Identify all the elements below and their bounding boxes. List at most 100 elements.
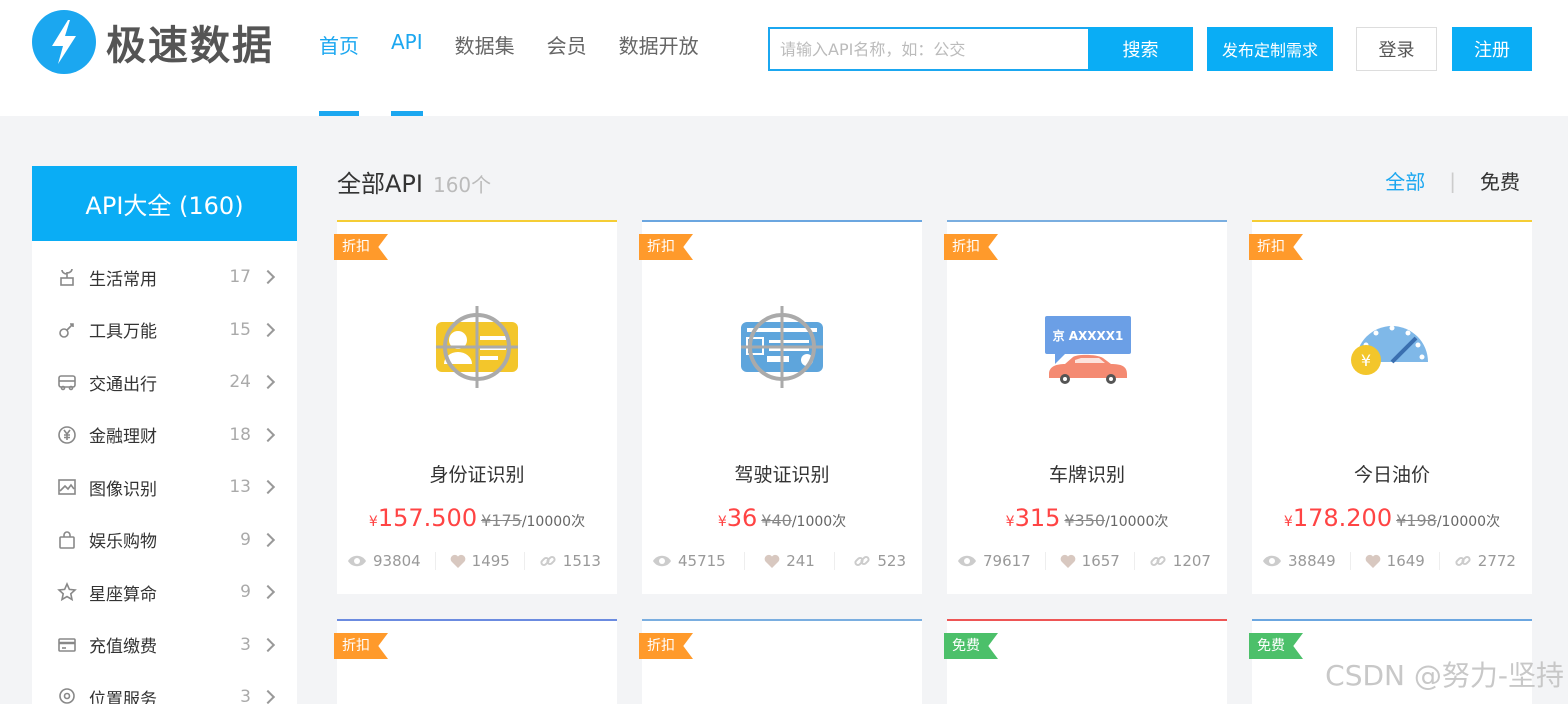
view-count: 45715 xyxy=(652,552,726,570)
page-title-text: 全部API xyxy=(337,170,423,198)
category-list: 生活常用 17 工具万能 15 交通出行 24 金融理财 18 图像识别 13 xyxy=(32,241,297,704)
watermark: CSDN @努力-坚持 xyxy=(1325,659,1564,692)
main-nav: 首页 API 数据集 会员 数据开放 xyxy=(319,30,731,116)
api-name[interactable]: 身份证识别 xyxy=(337,460,617,487)
plant-icon xyxy=(56,266,78,288)
chevron-right-icon xyxy=(260,322,276,337)
publish-request-button[interactable]: 发布定制需求 xyxy=(1207,27,1333,71)
api-stats: 38849 1649 2772 xyxy=(1252,552,1532,570)
chevron-right-icon xyxy=(260,480,276,495)
api-card[interactable]: 折扣 驾驶证识别 ¥36 ¥40/1000次 45715 241 523 xyxy=(639,220,922,594)
like-count: 241 xyxy=(764,552,815,570)
price-unit: /1000次 xyxy=(791,514,847,530)
current-price: 36 xyxy=(726,504,758,532)
chevron-right-icon xyxy=(260,375,276,390)
yen-coin-icon xyxy=(56,424,78,446)
sidebar-item-recharge[interactable]: 充值缴费 3 xyxy=(32,619,297,672)
sidebar-item-label: 图像识别 xyxy=(89,479,157,500)
chevron-right-icon xyxy=(260,690,276,704)
sidebar-item-shopping[interactable]: 娱乐购物 9 xyxy=(32,514,297,567)
current-price: 157.500 xyxy=(377,504,478,532)
free-tag: 免费 xyxy=(1249,633,1303,659)
sidebar-item-count: 9 xyxy=(240,582,251,603)
chevron-right-icon xyxy=(260,637,276,652)
api-card[interactable]: 折扣 ¥ 今日油价 ¥178.200 ¥198/10000次 38849 1649… xyxy=(1249,220,1532,594)
api-stats: 93804 1495 1513 xyxy=(337,552,617,570)
sidebar-item-finance[interactable]: 金融理财 18 xyxy=(32,409,297,462)
nav-datasets[interactable]: 数据集 xyxy=(455,30,515,116)
api-price: ¥157.500 ¥175/10000次 xyxy=(337,504,617,532)
sidebar-item-tools[interactable]: 工具万能 15 xyxy=(32,304,297,357)
price-filter: 全部 | 免费 xyxy=(1385,166,1520,195)
register-button[interactable]: 注册 xyxy=(1452,27,1532,71)
api-price: ¥178.200 ¥198/10000次 xyxy=(1252,504,1532,532)
search-input[interactable] xyxy=(768,27,1088,71)
link-count: 1207 xyxy=(1149,552,1211,570)
api-stats: 45715 241 523 xyxy=(642,552,922,570)
api-card[interactable]: 免费 xyxy=(944,619,1227,704)
sidebar-item-label: 生活常用 xyxy=(89,269,157,290)
currency-symbol: ¥ xyxy=(717,514,727,530)
api-name[interactable]: 今日油价 xyxy=(1252,460,1532,487)
sidebar-item-life[interactable]: 生活常用 17 xyxy=(32,251,297,304)
wrench-icon xyxy=(56,319,78,341)
sidebar-item-horoscope[interactable]: 星座算命 9 xyxy=(32,566,297,619)
coin-yen-text: ¥ xyxy=(1361,351,1371,370)
api-price: ¥315 ¥350/10000次 xyxy=(947,504,1227,532)
id-card-scan-icon xyxy=(337,302,617,412)
page-title: 全部API 160个 xyxy=(337,164,491,199)
lightning-logo-icon xyxy=(32,10,96,74)
sidebar-title[interactable]: API大全 (160) xyxy=(32,166,297,241)
location-icon xyxy=(56,686,78,704)
category-sidebar: API大全 (160) 生活常用 17 工具万能 15 交通出行 24 金融理财… xyxy=(32,166,297,704)
sidebar-item-transport[interactable]: 交通出行 24 xyxy=(32,356,297,409)
chevron-right-icon xyxy=(260,585,276,600)
sidebar-item-count: 17 xyxy=(229,267,251,288)
original-price: ¥40 xyxy=(761,511,792,530)
original-price: ¥175 xyxy=(481,511,522,530)
link-icon xyxy=(854,555,870,567)
link-icon xyxy=(1455,555,1471,567)
login-button[interactable]: 登录 xyxy=(1356,27,1437,71)
star-icon xyxy=(56,581,78,603)
chevron-right-icon xyxy=(260,532,276,547)
api-name[interactable]: 车牌识别 xyxy=(947,460,1227,487)
api-name[interactable]: 驾驶证识别 xyxy=(642,460,922,487)
sidebar-item-image-recognition[interactable]: 图像识别 13 xyxy=(32,461,297,514)
sidebar-item-count: 9 xyxy=(240,529,251,550)
sidebar-item-count: 13 xyxy=(229,477,251,498)
discount-tag: 折扣 xyxy=(944,234,998,260)
logo-text: 极速数据 xyxy=(106,23,274,69)
eye-icon xyxy=(958,555,976,567)
api-stats: 79617 1657 1207 xyxy=(947,552,1227,570)
card-icon xyxy=(56,634,78,656)
nav-open-data[interactable]: 数据开放 xyxy=(619,30,699,116)
link-icon xyxy=(1150,555,1166,567)
filter-all[interactable]: 全部 xyxy=(1385,166,1425,195)
eye-icon xyxy=(653,555,671,567)
chevron-right-icon xyxy=(260,270,276,285)
nav-membership[interactable]: 会员 xyxy=(547,30,587,116)
search-button[interactable]: 搜索 xyxy=(1088,27,1193,71)
site-logo[interactable]: 极速数据 xyxy=(32,10,274,74)
api-card[interactable]: 折扣 身份证识别 ¥157.500 ¥175/10000次 93804 1495 … xyxy=(334,220,617,594)
car-plate-icon: 京 AXXXX1 xyxy=(947,302,1227,412)
api-card[interactable]: 折扣 xyxy=(639,619,922,704)
filter-free[interactable]: 免费 xyxy=(1480,166,1520,195)
like-count: 1649 xyxy=(1365,552,1425,570)
api-card[interactable]: 折扣 xyxy=(334,619,617,704)
nav-home[interactable]: 首页 xyxy=(319,30,359,116)
like-count: 1657 xyxy=(1060,552,1120,570)
sidebar-item-label: 交通出行 xyxy=(89,374,157,395)
nav-api[interactable]: API xyxy=(391,30,423,116)
sidebar-item-count: 3 xyxy=(240,687,251,704)
search-bar: 搜索 xyxy=(768,27,1193,71)
api-card[interactable]: 折扣 京 AXXXX1 车牌识别 ¥315 ¥350/10000次 79617 1… xyxy=(944,220,1227,594)
filter-divider: | xyxy=(1449,168,1456,193)
bus-icon xyxy=(56,371,78,393)
price-unit: /10000次 xyxy=(1436,514,1501,530)
original-price: ¥350 xyxy=(1064,511,1106,530)
discount-tag: 折扣 xyxy=(334,234,388,260)
original-price: ¥198 xyxy=(1396,511,1437,530)
sidebar-item-location[interactable]: 位置服务 3 xyxy=(32,671,297,704)
